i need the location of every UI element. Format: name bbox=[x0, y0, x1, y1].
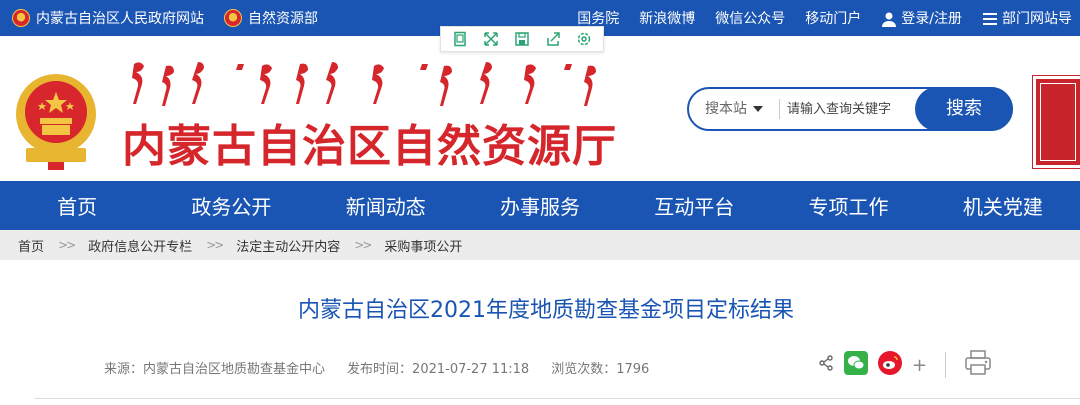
header: 内蒙古自治区自然资源厅 搜本站 搜索 bbox=[0, 36, 1080, 181]
weibo-icon[interactable] bbox=[878, 351, 902, 379]
wechat-icon[interactable] bbox=[844, 351, 868, 379]
floating-toolbar bbox=[440, 26, 604, 52]
national-emblem-logo bbox=[16, 74, 96, 170]
chevron-down-icon bbox=[753, 106, 763, 112]
divider-line bbox=[34, 398, 1080, 399]
breadcrumb-item-statutory[interactable]: 法定主动公开内容 bbox=[236, 236, 340, 255]
breadcrumb: 首页 >> 政府信息公开专栏 >> 法定主动公开内容 >> 采购事项公开 bbox=[0, 230, 1080, 260]
share-bar: + bbox=[818, 350, 992, 380]
menu-icon bbox=[983, 13, 997, 25]
link-mnr[interactable]: 自然资源部 bbox=[248, 8, 318, 28]
seal-border bbox=[1040, 83, 1076, 161]
nav-item-special-work[interactable]: 专项工作 bbox=[771, 191, 925, 220]
article: 内蒙古自治区2021年度地质勘查基金项目定标结果 来源：内蒙古自治区地质勘查基金… bbox=[12, 262, 1080, 405]
share-divider bbox=[945, 352, 947, 378]
nav-item-news[interactable]: 新闻动态 bbox=[309, 191, 463, 220]
breadcrumb-separator: >> bbox=[206, 238, 224, 252]
link-guowuyuan[interactable]: 国务院 bbox=[577, 8, 619, 28]
top-bar-left: 内蒙古自治区人民政府网站 自然资源部 bbox=[12, 0, 332, 36]
nav-item-interaction[interactable]: 互动平台 bbox=[617, 191, 771, 220]
share-icon[interactable] bbox=[818, 355, 834, 375]
link-mobile[interactable]: 移动门户 bbox=[805, 8, 861, 28]
site-title: 内蒙古自治区自然资源厅 bbox=[122, 121, 617, 172]
nav-item-gov-affairs[interactable]: 政务公开 bbox=[154, 191, 308, 220]
views-value: 1796 bbox=[616, 362, 650, 377]
views-label: 浏览次数： bbox=[551, 362, 617, 377]
link-weibo[interactable]: 新浪微博 bbox=[639, 8, 695, 28]
user-icon bbox=[882, 12, 897, 27]
source-value: 内蒙古自治区地质勘查基金中心 bbox=[143, 362, 326, 377]
search-scope-select[interactable]: 搜本站 bbox=[705, 89, 763, 129]
views-meta: 浏览次数：1796 bbox=[551, 358, 649, 377]
nav-item-home[interactable]: 首页 bbox=[0, 191, 154, 220]
search-divider bbox=[779, 99, 780, 119]
print-icon[interactable] bbox=[964, 350, 992, 380]
login-link[interactable]: 登录/注册 bbox=[881, 8, 962, 28]
source-meta: 来源：内蒙古自治区地质勘查基金中心 bbox=[104, 358, 325, 377]
article-title: 内蒙古自治区2021年度地质勘查基金项目定标结果 bbox=[298, 298, 794, 323]
top-bar-right: 国务院 新浪微博 微信公众号 移动门户 登录/注册 部门网站导 bbox=[577, 0, 1072, 36]
link-nmg-gov[interactable]: 内蒙古自治区人民政府网站 bbox=[36, 8, 204, 28]
breadcrumb-item-gov-info[interactable]: 政府信息公开专栏 bbox=[88, 236, 192, 255]
seal-logo bbox=[1032, 75, 1080, 169]
national-emblem-icon bbox=[224, 9, 242, 27]
link-wechat[interactable]: 微信公众号 bbox=[715, 8, 785, 28]
source-label: 来源： bbox=[104, 362, 144, 377]
national-emblem-icon bbox=[12, 9, 30, 27]
breadcrumb-item-home[interactable]: 首页 bbox=[18, 236, 44, 255]
nav-item-party[interactable]: 机关党建 bbox=[926, 191, 1080, 220]
expand-icon[interactable] bbox=[482, 30, 500, 48]
breadcrumb-separator: >> bbox=[354, 238, 372, 252]
main-nav: 首页 政务公开 新闻动态 办事服务 互动平台 专项工作 机关党建 bbox=[0, 181, 1080, 230]
search-box: 搜本站 搜索 bbox=[687, 87, 1013, 131]
time-label: 发布时间： bbox=[347, 362, 413, 377]
login-label: 登录/注册 bbox=[901, 11, 962, 27]
article-meta: 来源：内蒙古自治区地质勘查基金中心 发布时间：2021-07-27 11:18 … bbox=[104, 358, 649, 377]
search-input[interactable] bbox=[787, 97, 917, 121]
share-out-icon[interactable] bbox=[544, 30, 562, 48]
save-icon[interactable] bbox=[513, 30, 531, 48]
time-value: 2021-07-27 11:18 bbox=[412, 362, 530, 377]
time-meta: 发布时间：2021-07-27 11:18 bbox=[347, 358, 529, 377]
mongolian-script-title bbox=[132, 62, 596, 106]
search-button[interactable]: 搜索 bbox=[915, 87, 1013, 131]
breadcrumb-item-procurement[interactable]: 采购事项公开 bbox=[384, 236, 462, 255]
dept-sites-label: 部门网站导 bbox=[1002, 11, 1072, 27]
nav-item-services[interactable]: 办事服务 bbox=[463, 191, 617, 220]
breadcrumb-separator: >> bbox=[58, 238, 76, 252]
settings-icon[interactable] bbox=[575, 30, 593, 48]
page-icon[interactable] bbox=[451, 30, 469, 48]
search-scope-label: 搜本站 bbox=[705, 101, 747, 117]
share-more-button[interactable]: + bbox=[912, 355, 927, 376]
dept-sites-link[interactable]: 部门网站导 bbox=[982, 8, 1072, 28]
